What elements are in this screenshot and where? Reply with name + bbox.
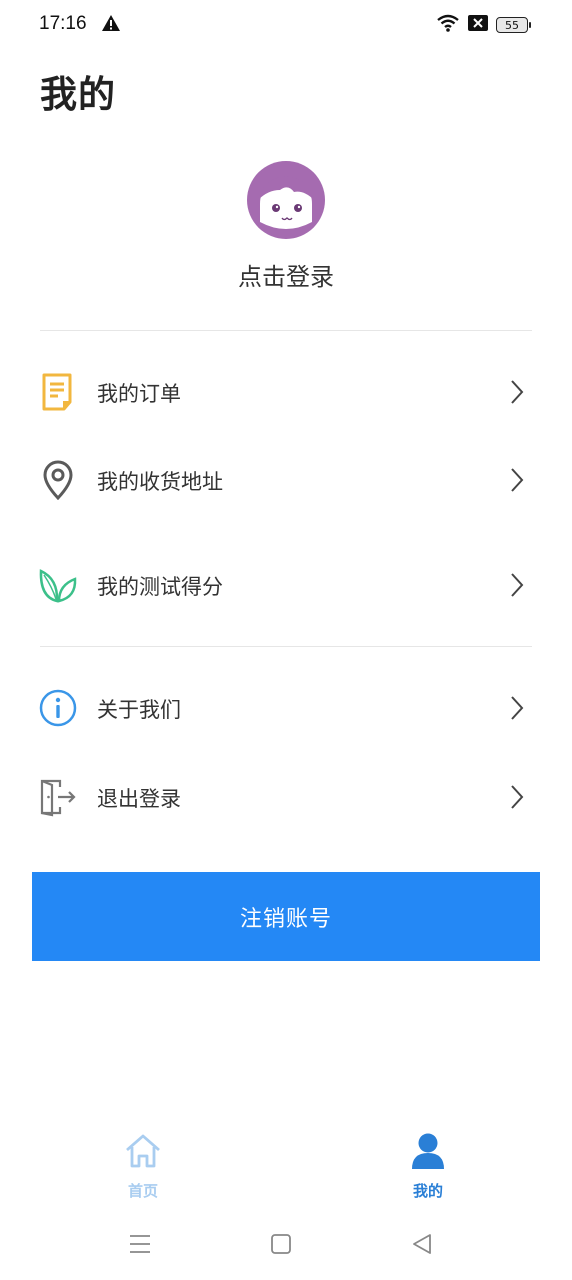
cancel-account-button[interactable]: 注销账号	[32, 872, 540, 961]
chevron-right-icon	[507, 466, 527, 494]
home-square-icon[interactable]	[269, 1232, 293, 1260]
page-title: 我的	[40, 73, 116, 116]
status-bar: 17:16 55	[0, 0, 572, 50]
status-icons: 55	[436, 13, 531, 37]
chevron-right-icon	[507, 694, 527, 722]
menu-item-logout[interactable]: 退出登录	[0, 767, 572, 827]
menu-item-label: 退出登录	[97, 787, 181, 811]
tab-label: 我的	[412, 1182, 443, 1200]
menu-item-orders[interactable]: 我的订单	[0, 362, 572, 422]
leaves-icon	[38, 565, 78, 605]
menu-item-label: 我的收货地址	[97, 470, 223, 494]
menu-item-about[interactable]: 关于我们	[0, 678, 572, 738]
info-circle-icon	[38, 688, 78, 728]
tab-label: 首页	[127, 1182, 158, 1200]
menu-item-address[interactable]: 我的收货地址	[0, 450, 572, 510]
menu-item-label: 我的订单	[97, 382, 181, 406]
menu-item-label: 关于我们	[97, 698, 181, 722]
menu-item-test-score[interactable]: 我的测试得分	[0, 555, 572, 615]
divider	[40, 646, 532, 647]
status-time: 17:16	[39, 13, 87, 34]
chevron-right-icon	[507, 378, 527, 406]
login-prompt[interactable]: 点击登录	[0, 257, 572, 292]
chevron-right-icon	[507, 783, 527, 811]
divider	[40, 330, 532, 331]
battery-icon: 55	[496, 17, 531, 33]
home-icon	[124, 1132, 162, 1174]
notification-x-icon	[468, 15, 488, 35]
user-icon	[411, 1132, 445, 1174]
avatar[interactable]	[246, 160, 326, 240]
warning-icon	[101, 14, 121, 36]
tab-home[interactable]: 首页	[83, 1130, 203, 1200]
location-pin-icon	[38, 460, 78, 501]
logout-door-icon	[38, 777, 78, 817]
chevron-right-icon	[507, 571, 527, 599]
order-list-icon	[38, 372, 78, 412]
menu-item-label: 我的测试得分	[97, 575, 223, 599]
tab-mine[interactable]: 我的	[368, 1130, 488, 1200]
wifi-icon	[436, 13, 460, 37]
back-triangle-icon[interactable]	[410, 1232, 434, 1260]
menu-icon[interactable]	[128, 1232, 152, 1260]
